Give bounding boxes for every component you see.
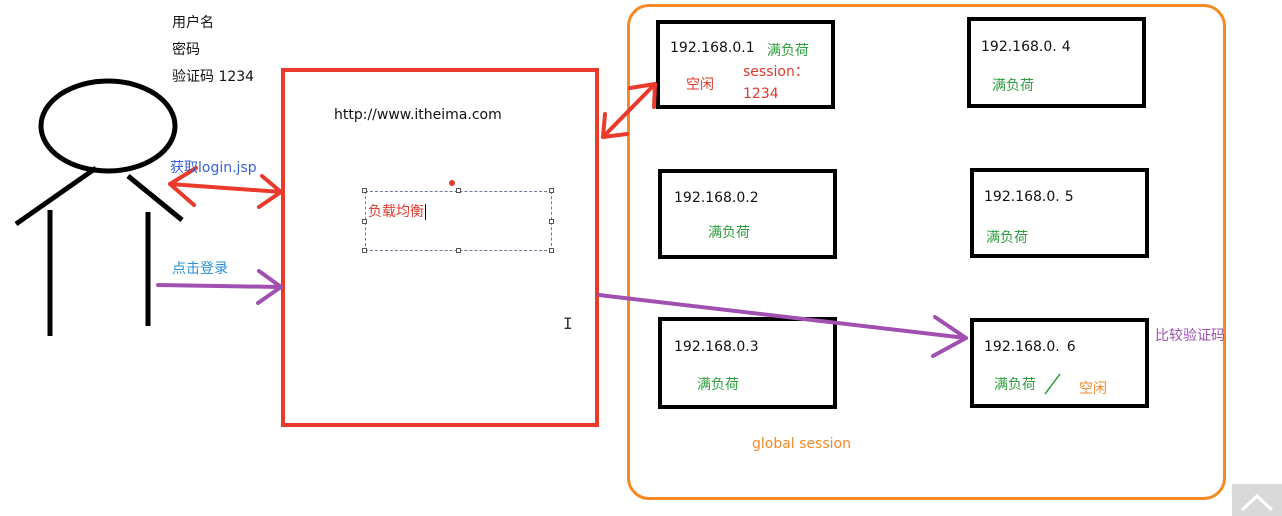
compare-captcha-label: 比较验证码 [1155,328,1225,344]
click-login-label: 点击登录 [172,261,228,277]
pen-stroke [1044,373,1061,395]
fullscreen-corner-icon[interactable] [1232,484,1282,516]
get-login-label: 获取login.jsp [170,160,257,176]
lb-server1-arrow [601,82,657,139]
compare-captcha-arrow [597,293,968,358]
